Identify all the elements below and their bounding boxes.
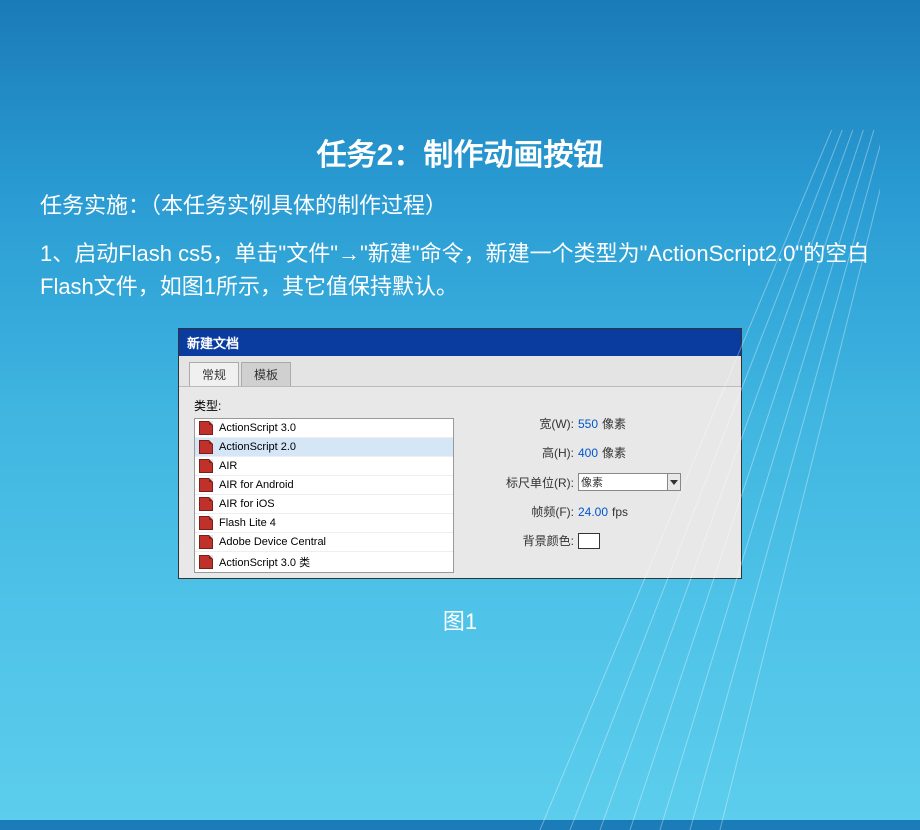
dialog-tabs: 常规 模板 — [179, 356, 741, 387]
fla-icon — [199, 516, 213, 530]
fla-icon — [199, 497, 213, 511]
dropdown-icon[interactable] — [667, 473, 681, 491]
type-item-label: AIR — [219, 460, 237, 472]
width-unit: 像素 — [602, 415, 626, 432]
slide-title: 任务2：制作动画按钮 — [0, 130, 920, 174]
width-label: 宽(W): — [484, 415, 574, 432]
type-item[interactable]: AIR — [195, 457, 453, 476]
type-item-label: ActionScript 2.0 — [219, 441, 296, 453]
type-item-label: ActionScript 3.0 类 — [219, 554, 310, 570]
type-item[interactable]: ActionScript 2.0 — [195, 438, 453, 457]
type-item-label: Adobe Device Central — [219, 536, 326, 548]
fla-icon — [199, 555, 213, 569]
fla-icon — [199, 421, 213, 435]
type-label: 类型: — [194, 397, 454, 414]
ruler-label: 标尺单位(R): — [484, 474, 574, 491]
task-intro: 任务实施：（本任务实例具体的制作过程） — [40, 189, 880, 222]
type-item[interactable]: ActionScript 3.0 — [195, 419, 453, 438]
type-item[interactable]: AIR for Android — [195, 476, 453, 495]
tab-general[interactable]: 常规 — [189, 362, 239, 386]
type-item-label: Flash Lite 4 — [219, 517, 276, 529]
bgcolor-swatch[interactable] — [578, 533, 600, 549]
fla-icon — [199, 459, 213, 473]
type-item[interactable]: Adobe Device Central — [195, 533, 453, 552]
height-value[interactable]: 400 — [578, 446, 598, 460]
height-unit: 像素 — [602, 444, 626, 461]
width-value[interactable]: 550 — [578, 417, 598, 431]
bgcolor-label: 背景颜色: — [484, 532, 574, 549]
fla-icon — [199, 535, 213, 549]
type-list[interactable]: ActionScript 3.0 ActionScript 2.0 AIR AI… — [194, 418, 454, 573]
ruler-unit-select[interactable]: 像素 — [578, 473, 668, 491]
type-item[interactable]: AIR for iOS — [195, 495, 453, 514]
fla-icon — [199, 478, 213, 492]
type-item-label: ActionScript 3.0 — [219, 422, 296, 434]
ruler-unit-value: 像素 — [581, 474, 603, 490]
step-1-text: 1、启动Flash cs5，单击"文件"→"新建"命令，新建一个类型为"Acti… — [40, 237, 880, 303]
figure-caption: 图1 — [0, 604, 920, 636]
fla-icon — [199, 440, 213, 454]
new-document-dialog: 新建文档 常规 模板 类型: ActionScript 3.0 ActionSc… — [178, 328, 742, 579]
tab-template[interactable]: 模板 — [241, 362, 291, 386]
type-item[interactable]: ActionScript 3.0 类 — [195, 552, 453, 573]
type-item-label: AIR for iOS — [219, 498, 275, 510]
type-item[interactable]: Flash Lite 4 — [195, 514, 453, 533]
properties-panel: 宽(W): 550 像素 高(H): 400 像素 标尺单位(R): 像素 帧频… — [484, 397, 726, 573]
height-label: 高(H): — [484, 444, 574, 461]
dialog-titlebar: 新建文档 — [179, 329, 741, 356]
fps-value[interactable]: 24.00 — [578, 505, 608, 519]
fps-label: 帧频(F): — [484, 503, 574, 520]
type-item-label: AIR for Android — [219, 479, 294, 491]
fps-unit: fps — [612, 505, 628, 519]
